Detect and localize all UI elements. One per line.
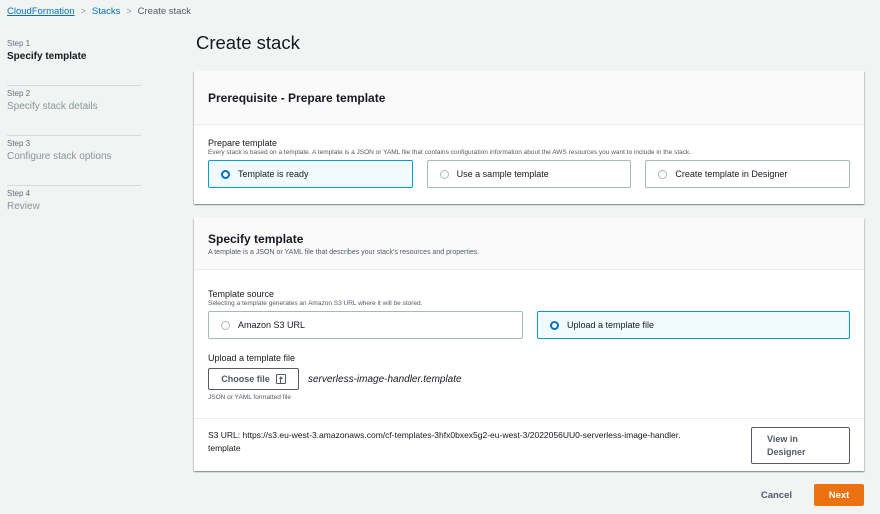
specify-template-panel: Specify template A template is a JSON or… — [194, 218, 864, 471]
breadcrumb-separator-icon: > — [80, 6, 86, 16]
page-title: Create stack — [196, 32, 300, 53]
prepare-template-label: Prepare template — [208, 138, 278, 148]
step-2: Step 2 Specify stack details — [7, 86, 141, 136]
view-in-designer-label: View in Designer — [767, 433, 806, 457]
step-number: Step 1 — [7, 39, 31, 48]
source-amazon-s3-url[interactable]: Amazon S3 URL — [208, 311, 523, 339]
selected-file-name: serverless-image-handler.template — [308, 373, 462, 385]
template-source-label: Template source — [208, 289, 275, 299]
step-4: Step 4 Review — [7, 186, 141, 236]
step-1: Step 1 Specify template — [7, 36, 141, 86]
s3-url-value-cont: template — [208, 443, 241, 453]
radio-icon[interactable] — [221, 320, 230, 330]
s3-url-text: S3 URL: https://s3.eu-west-3.amazonaws.c… — [208, 429, 748, 455]
specify-template-header: Specify template A template is a JSON or… — [194, 218, 864, 270]
source-upload-file[interactable]: Upload a template file — [537, 311, 850, 339]
prerequisite-panel: Prerequisite - Prepare template Prepare … — [194, 71, 864, 204]
specify-template-desc: A template is a JSON or YAML file that d… — [208, 249, 480, 256]
upload-icon — [275, 374, 286, 384]
wizard-steps: Step 1 Specify template Step 2 Specify s… — [7, 36, 141, 236]
view-in-designer-button[interactable]: View in Designer — [751, 427, 850, 464]
option-sample-template[interactable]: Use a sample template — [426, 160, 632, 188]
s3-url-label: S3 URL: — [208, 430, 241, 440]
step-title: Configure stack options — [7, 151, 112, 162]
step-3: Step 3 Configure stack options — [7, 136, 141, 186]
option-label: Upload a template file — [567, 320, 655, 330]
prerequisite-header: Prerequisite - Prepare template — [194, 71, 864, 125]
option-label: Create template in Designer — [675, 169, 788, 179]
step-number: Step 2 — [7, 89, 31, 98]
wizard-footer: Cancel Next — [757, 484, 864, 506]
choose-file-button[interactable]: Choose file — [208, 368, 299, 390]
step-number: Step 4 — [7, 189, 31, 198]
radio-selected-icon[interactable] — [550, 320, 559, 330]
option-create-in-designer[interactable]: Create template in Designer — [645, 160, 851, 188]
step-number: Step 3 — [7, 139, 31, 148]
cancel-button[interactable]: Cancel — [757, 490, 796, 501]
option-label: Use a sample template — [456, 169, 549, 179]
breadcrumb-stacks-link[interactable]: Stacks — [92, 6, 121, 17]
template-source-desc: Selecting a template generates an Amazon… — [208, 300, 423, 307]
radio-icon[interactable] — [658, 169, 668, 179]
breadcrumb-current: Create stack — [137, 5, 191, 17]
step-title: Specify stack details — [7, 101, 98, 112]
s3-url-divider — [194, 418, 864, 419]
radio-icon[interactable] — [439, 169, 449, 179]
step-title: Specify template — [7, 51, 87, 62]
option-label: Amazon S3 URL — [238, 320, 306, 330]
upload-file-label: Upload a template file — [208, 353, 296, 363]
prerequisite-title: Prerequisite - Prepare template — [208, 91, 386, 105]
option-template-ready[interactable]: Template is ready — [208, 160, 413, 188]
s3-url-value: https://s3.eu-west-3.amazonaws.com/cf-te… — [242, 430, 681, 440]
next-button[interactable]: Next — [814, 484, 864, 506]
breadcrumb-separator-icon: > — [126, 6, 132, 16]
breadcrumb: CloudFormation > Stacks > Create stack — [7, 4, 191, 18]
choose-file-label: Choose file — [221, 374, 270, 384]
breadcrumb-cloudformation-link[interactable]: CloudFormation — [7, 6, 75, 17]
step-title: Review — [7, 201, 40, 212]
prepare-template-desc: Every stack is based on a template. A te… — [208, 149, 692, 156]
option-label: Template is ready — [238, 169, 309, 179]
radio-selected-icon[interactable] — [221, 169, 230, 179]
specify-template-title: Specify template — [208, 232, 304, 246]
file-format-hint: JSON or YAML formatted file — [208, 394, 291, 401]
